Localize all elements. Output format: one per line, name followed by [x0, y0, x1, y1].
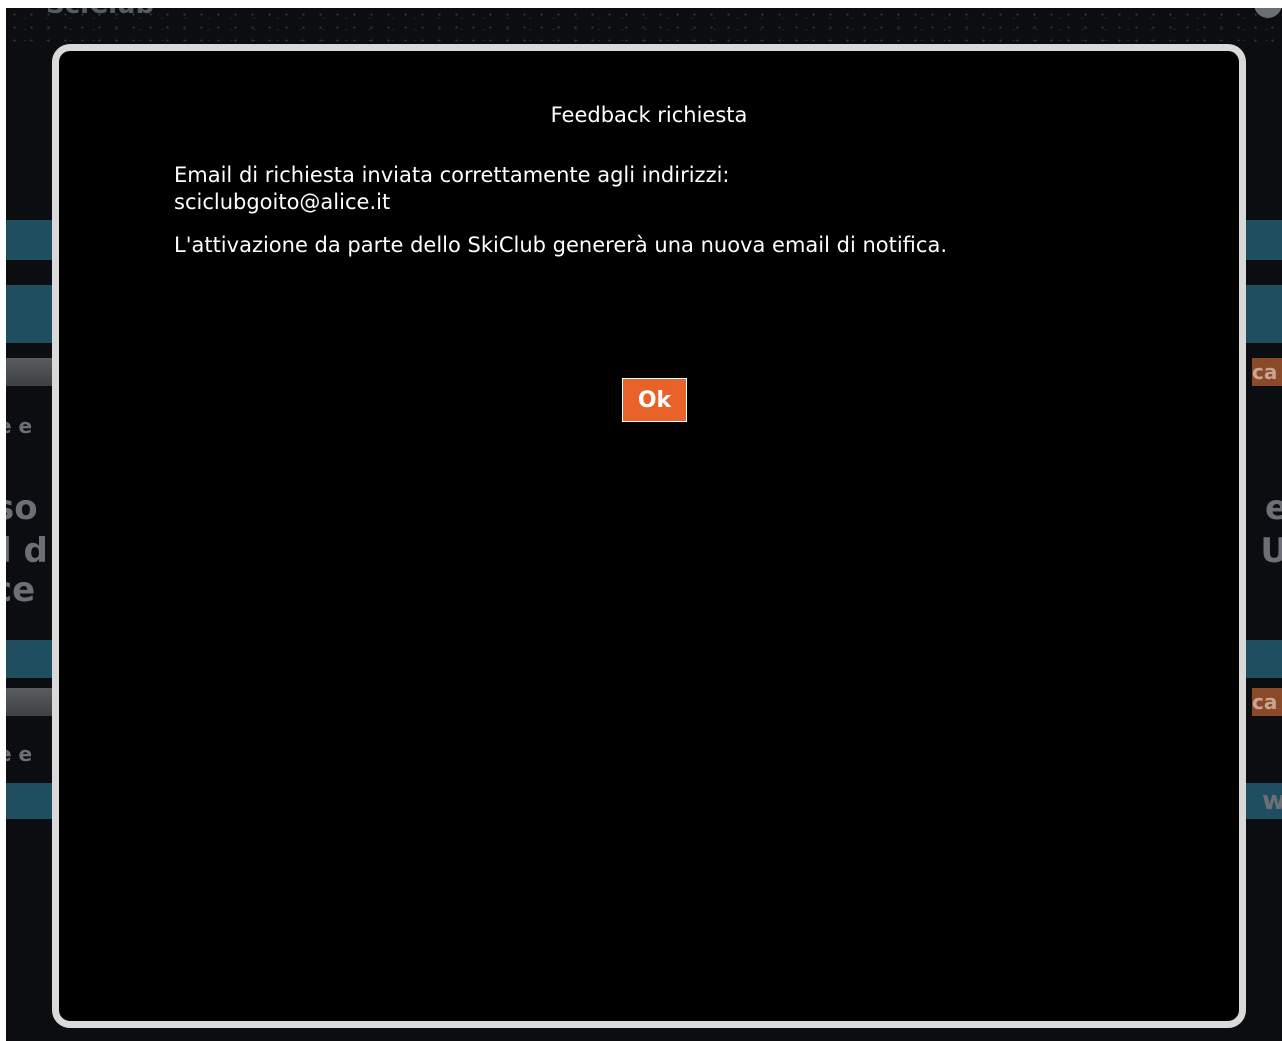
dialog-title: Feedback richiesta: [550, 103, 748, 127]
background-button: ca: [1252, 688, 1282, 716]
ok-button[interactable]: Ok: [622, 378, 687, 422]
background-text: e e: [6, 414, 33, 438]
background-header-text: SciClub: [46, 8, 154, 20]
background-text: ce: [6, 570, 36, 610]
background-text: e: [1264, 488, 1282, 528]
starfield-background: [6, 8, 1282, 48]
background-text: l d: [6, 531, 48, 571]
background-text: so: [6, 488, 38, 528]
dialog-message: Email di richiesta inviata correttamente…: [174, 162, 1154, 259]
background-button: ca: [1252, 358, 1282, 386]
background-text: e e: [6, 742, 33, 766]
recipient-email: sciclubgoito@alice.it: [174, 190, 391, 214]
background-text: U: [1260, 531, 1282, 571]
background-text: w: [1261, 786, 1282, 816]
activation-notice-text: L'attivazione da parte dello SkiClub gen…: [174, 233, 947, 257]
feedback-dialog: Feedback richiesta Email di richiesta in…: [52, 44, 1246, 1028]
message-sent-text: Email di richiesta inviata correttamente…: [174, 163, 730, 187]
